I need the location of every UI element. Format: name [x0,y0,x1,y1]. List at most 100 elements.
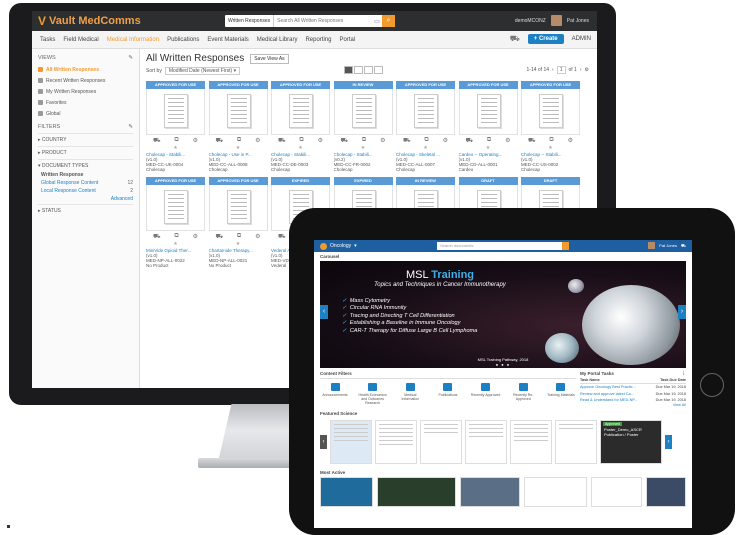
gear-icon[interactable]: ⚙ [505,137,510,145]
sidebar-item-all-written-responses[interactable]: All Written Responses [38,64,133,75]
copy-icon[interactable]: ⧉ [174,233,178,241]
cart-icon[interactable]: ⛟ [153,233,161,241]
tasks-menu-icon[interactable]: ⋮ [682,371,687,377]
most-active-item[interactable] [646,477,686,508]
featured-prev-icon[interactable]: ‹ [320,435,327,450]
document-thumbnail[interactable] [458,89,518,135]
vault-logo[interactable]: V Vault MedComms [38,14,141,28]
sort-select[interactable]: Modified Date (Newest First) ▾ [164,67,241,75]
user-name[interactable]: Pat Jones [567,18,589,24]
cart-icon[interactable]: ⛟ [403,137,411,145]
most-active-item[interactable] [320,477,374,508]
filter-announcements[interactable]: Announcements [320,383,350,405]
favorite-star-icon[interactable]: ★ [271,145,330,151]
nav-medical-information[interactable]: Medical Information [107,37,159,43]
copy-icon[interactable]: ⧉ [174,137,178,145]
document-card[interactable]: APPROVED FOR USE ⛟ ⧉ ⚙ ★ Cholecap - Stabili..… [271,81,330,172]
filter-training-materials[interactable]: Training Materials [546,383,576,405]
edit-icon[interactable]: ✎ [128,55,133,61]
cart-icon[interactable]: ⛟ [153,137,161,145]
document-card[interactable]: APPROVED FOR USE ⛟ ⧉ ⚙ ★ Cholecap - Use in P.… [208,81,268,172]
document-card[interactable]: APPROVED FOR USE ⛟ ⧉ ⚙ ★ Cholecap -- Stabili.… [521,81,580,172]
filter-recently-reapproved[interactable]: Recently Re-Approved [508,383,538,405]
document-card[interactable]: IN REVIEW ⛟ ⧉ ⚙ ★ Cholecap - Stabili... (v0.2)… [333,81,393,172]
cart-icon[interactable]: ⛟ [278,233,286,241]
copy-icon[interactable]: ⧉ [237,233,241,241]
views-header[interactable]: VIEWS ✎ [38,55,133,61]
featured-next-icon[interactable]: › [665,435,672,450]
favorite-star-icon[interactable]: ★ [396,145,455,151]
app-dropdown-icon[interactable]: ▾ [354,243,357,249]
nav-medical-library[interactable]: Medical Library [257,37,298,43]
scan-icon[interactable]: ▭ [372,18,382,25]
detail-view-toggle[interactable] [354,66,363,74]
favorite-star-icon[interactable]: ★ [334,145,393,151]
nav-tasks[interactable]: Tasks [40,37,55,43]
gear-icon[interactable]: ⚙ [193,233,198,241]
filter-medical-information[interactable]: Medical Information [395,383,425,405]
nav-field-medical[interactable]: Field Medical [63,37,98,43]
document-card[interactable]: APPROVED FOR USE ⛟ ⧉ ⚙ ★ MiniVide Opioid Ther… [146,177,205,268]
list-view-toggle[interactable] [374,66,383,74]
featured-doc[interactable] [420,420,462,465]
search-icon[interactable]: ⌕ [382,15,395,27]
document-thumbnail[interactable] [396,89,455,135]
cart-icon[interactable]: ⛟ [681,243,686,249]
filter-status[interactable]: ▸ STATUS [38,204,133,217]
user-email[interactable]: demoMCONZ [515,18,546,24]
nav-portal[interactable]: Portal [339,37,355,43]
carousel-next-icon[interactable]: › [678,305,686,319]
carousel-dots[interactable]: ● ● ● [320,362,686,367]
user-menu[interactable]: demoMCONZ Pat Jones [515,15,589,26]
cart-icon[interactable]: ⛟ [510,34,520,44]
doc-type-local[interactable]: Local Response Content 2 [38,186,133,194]
portal-user-menu[interactable]: Pat Jones ⛟ [648,242,686,249]
document-card[interactable]: APPROVED FOR USE ⛟ ⧉ ⚙ ★ Cholecap - Stabili..… [146,81,205,172]
nav-reporting[interactable]: Reporting [305,37,331,43]
gear-icon[interactable]: ⚙ [443,137,448,145]
home-button[interactable] [700,373,724,397]
copy-icon[interactable]: ⧉ [549,137,553,145]
favorite-star-icon[interactable]: ★ [209,241,268,247]
view-all-link[interactable]: View All [580,403,686,407]
search-input[interactable]: Search All Written Responses [274,18,372,24]
sidebar-item-recent[interactable]: Recent Written Responses [38,75,133,86]
featured-doc-poster[interactable]: Approved Poster_Demo_ASCR Publication / P… [600,420,662,465]
featured-doc[interactable] [555,420,597,465]
favorite-star-icon[interactable]: ★ [146,145,205,151]
document-thumbnail[interactable] [333,89,393,135]
grid-view-toggle[interactable] [344,66,353,74]
portal-app-name[interactable]: Oncology [330,243,351,249]
document-thumbnail[interactable] [146,89,205,135]
copy-icon[interactable]: ⧉ [362,137,366,145]
filter-publications[interactable]: Publications [433,383,463,405]
featured-doc[interactable] [330,420,372,465]
copy-icon[interactable]: ⧉ [299,137,303,145]
copy-icon[interactable]: ⧉ [487,137,491,145]
cart-icon[interactable]: ⛟ [465,137,473,145]
avatar[interactable] [550,15,562,26]
settings-gear-icon[interactable]: ⚙ [585,67,589,73]
copy-icon[interactable]: ⧉ [237,137,241,145]
search-scope-select[interactable]: Written Responses [225,15,275,27]
most-active-item[interactable] [591,477,643,508]
favorite-star-icon[interactable]: ★ [459,145,518,151]
document-card[interactable]: APPROVED FOR USE ⛟ ⧉ ⚙ ★ Cholecap - Skeletal … [396,81,455,172]
save-view-button[interactable]: Save View As [250,53,289,64]
compact-view-toggle[interactable] [364,66,373,74]
gear-icon[interactable]: ⚙ [255,233,260,241]
document-card[interactable]: APPROVED FOR USE ⛟ ⧉ ⚙ ★ Chartamide Therapy..… [208,177,268,268]
search-icon[interactable] [562,242,569,250]
cart-icon[interactable]: ⛟ [340,137,348,145]
document-thumbnail[interactable] [208,185,268,231]
filter-product[interactable]: ▸ PRODUCT [38,146,133,159]
featured-doc[interactable] [375,420,417,465]
featured-doc[interactable] [465,420,507,465]
cart-icon[interactable]: ⛟ [278,137,286,145]
sidebar-item-global[interactable]: Global [38,108,133,119]
gear-icon[interactable]: ⚙ [255,137,260,145]
nav-publications[interactable]: Publications [167,37,199,43]
gear-icon[interactable]: ⚙ [380,137,385,145]
document-thumbnail[interactable] [521,89,580,135]
global-search[interactable]: Written Responses Search All Written Res… [225,15,395,27]
